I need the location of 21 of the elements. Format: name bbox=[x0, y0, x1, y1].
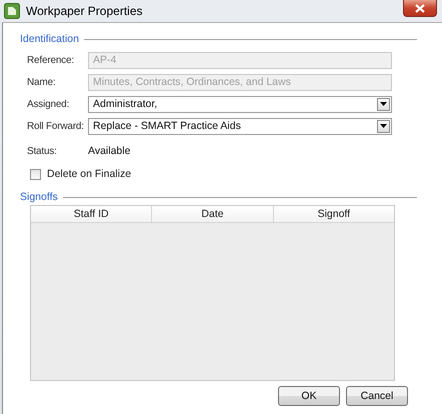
field-label: Reference: bbox=[27, 54, 75, 66]
checkbox[interactable] bbox=[30, 168, 41, 180]
field-label: Status: bbox=[27, 146, 58, 156]
column-header[interactable]: Staff ID bbox=[31, 206, 152, 222]
app-icon bbox=[4, 3, 20, 19]
field-label: Roll Forward: bbox=[27, 120, 85, 132]
close-icon bbox=[415, 4, 425, 12]
close-button[interactable] bbox=[403, 0, 437, 17]
dropdown[interactable]: Administrator, bbox=[88, 96, 392, 112]
checkbox-label: Delete on Finalize bbox=[47, 168, 132, 180]
status-value: Available bbox=[88, 145, 130, 157]
column-header[interactable]: Signoff bbox=[274, 206, 394, 222]
section-heading: Signoffs bbox=[20, 191, 58, 203]
dropdown[interactable]: Replace - SMART Practice Aids bbox=[88, 118, 392, 134]
dialog-button[interactable]: OK bbox=[278, 386, 340, 406]
section-heading: Identification bbox=[20, 33, 79, 45]
field-label: Assigned: bbox=[27, 98, 70, 110]
window-title: Workpaper Properties bbox=[26, 4, 142, 18]
dialog-button[interactable]: Cancel bbox=[346, 386, 408, 406]
column-header[interactable]: Date bbox=[152, 206, 274, 222]
field-label: Name: bbox=[27, 76, 56, 88]
